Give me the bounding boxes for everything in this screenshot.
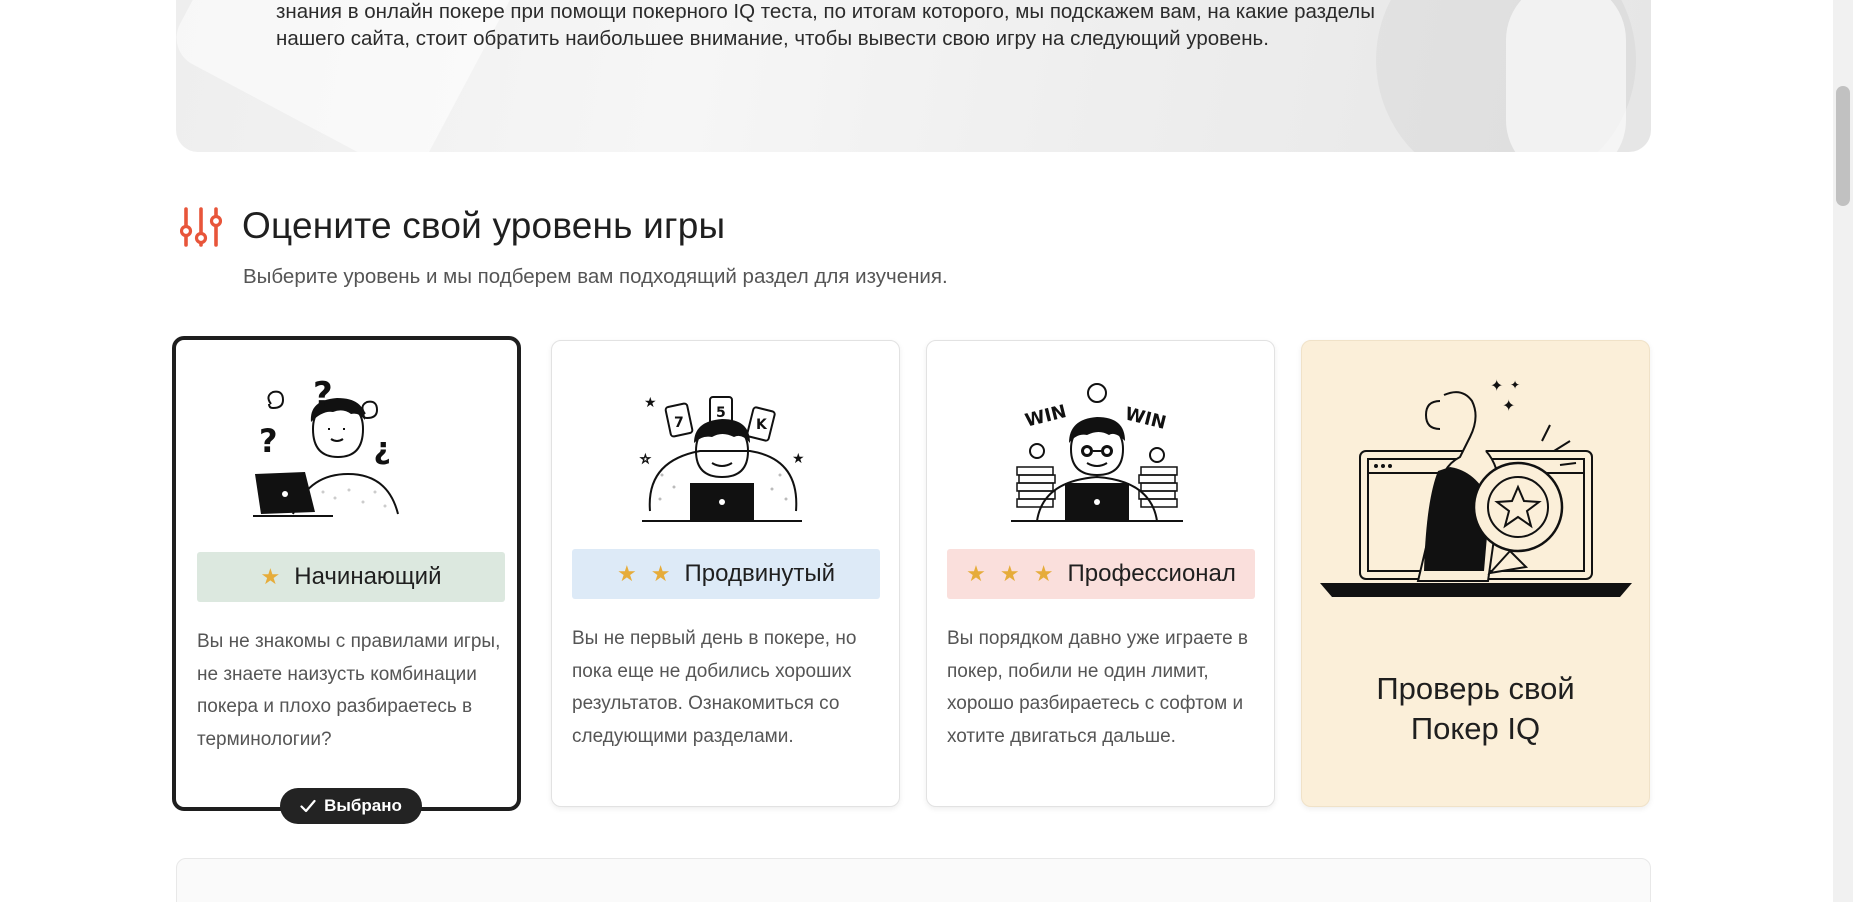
page: знания в онлайн покере при помощи покерн… — [0, 0, 1853, 902]
hero-text: знания в онлайн покере при помощи покерн… — [276, 0, 1526, 52]
sliders-icon — [180, 207, 222, 247]
svg-text:★: ★ — [644, 395, 657, 411]
level-card-professional[interactable]: WIN WIN ★ ★ ★ Профессионал Вы порядком д… — [926, 340, 1275, 807]
professional-illustration: WIN WIN — [1011, 383, 1183, 522]
level-badge-advanced: ★ ★ Продвинутый — [572, 549, 880, 599]
level-badge-beginner: ★ Начинающий — [197, 552, 505, 602]
svg-text:☆: ☆ — [640, 452, 651, 466]
hero-text-line: нашего сайта, стоит обратить наибольшее … — [276, 27, 1269, 50]
win-text: WIN — [1023, 401, 1068, 431]
level-description: Вы не первый день в покере, но пока еще … — [572, 628, 857, 747]
poker-iq-title-line: Покер IQ — [1410, 711, 1541, 746]
star-icon: ★ ★ ★ — [966, 561, 1058, 586]
level-label: Профессионал — [1067, 560, 1236, 587]
scrollbar-thumb[interactable] — [1836, 86, 1850, 206]
section-title: Оцените свой уровень игры — [242, 205, 726, 246]
next-section-panel — [176, 858, 1651, 902]
level-card-advanced[interactable]: 7 5 K ★ ★ ☆ ★ ★ Продвинутый Вы не первый… — [551, 340, 900, 807]
check-icon — [300, 799, 316, 813]
svg-text:✦: ✦ — [1502, 396, 1515, 415]
advanced-illustration: 7 5 K ★ ★ ☆ — [640, 395, 805, 522]
selected-label: Выбрано — [324, 796, 402, 815]
svg-text:?: ? — [374, 434, 391, 469]
star-icon: ★ — [260, 564, 285, 589]
star-icon: ★ ★ — [616, 561, 675, 586]
poker-iq-card[interactable]: ✦ ✦ ✦ Проверь свой Покер IQ — [1301, 340, 1650, 807]
card-rank-text: 5 — [716, 405, 726, 421]
hero-banner: знания в онлайн покере при помощи покерн… — [176, 0, 1651, 152]
level-badge-professional: ★ ★ ★ Профессионал — [947, 549, 1255, 599]
svg-text:✦: ✦ — [1490, 376, 1503, 395]
poker-iq-title: Проверь свой Покер IQ — [1302, 669, 1649, 749]
level-card-beginner[interactable]: ? ? ? ★ Начинающий Вы не знакомы с прави… — [172, 336, 521, 811]
win-text: WIN — [1123, 403, 1168, 433]
level-description: Вы порядком давно уже играете в покер, п… — [947, 628, 1249, 747]
beginner-illustration: ? ? ? — [253, 375, 399, 517]
level-label: Продвинутый — [684, 560, 836, 587]
poker-iq-illustration: ✦ ✦ ✦ — [1320, 376, 1632, 597]
svg-text:★: ★ — [792, 451, 805, 467]
poker-iq-title-line: Проверь свой — [1376, 671, 1575, 706]
hero-text-line: знания в онлайн покере при помощи покерн… — [276, 0, 1376, 23]
section-subtitle: Выберите уровень и мы подберем вам подхо… — [243, 265, 948, 288]
selected-indicator: Выбрано — [280, 788, 422, 824]
svg-text:?: ? — [313, 375, 333, 415]
svg-text:✦: ✦ — [1510, 378, 1520, 392]
card-rank-text: 7 — [674, 415, 684, 431]
level-label: Начинающий — [294, 563, 442, 590]
card-rank-text: K — [756, 417, 768, 433]
svg-text:?: ? — [259, 422, 278, 460]
level-description: Вы не знакомы с правилами игры, не знает… — [197, 631, 501, 750]
